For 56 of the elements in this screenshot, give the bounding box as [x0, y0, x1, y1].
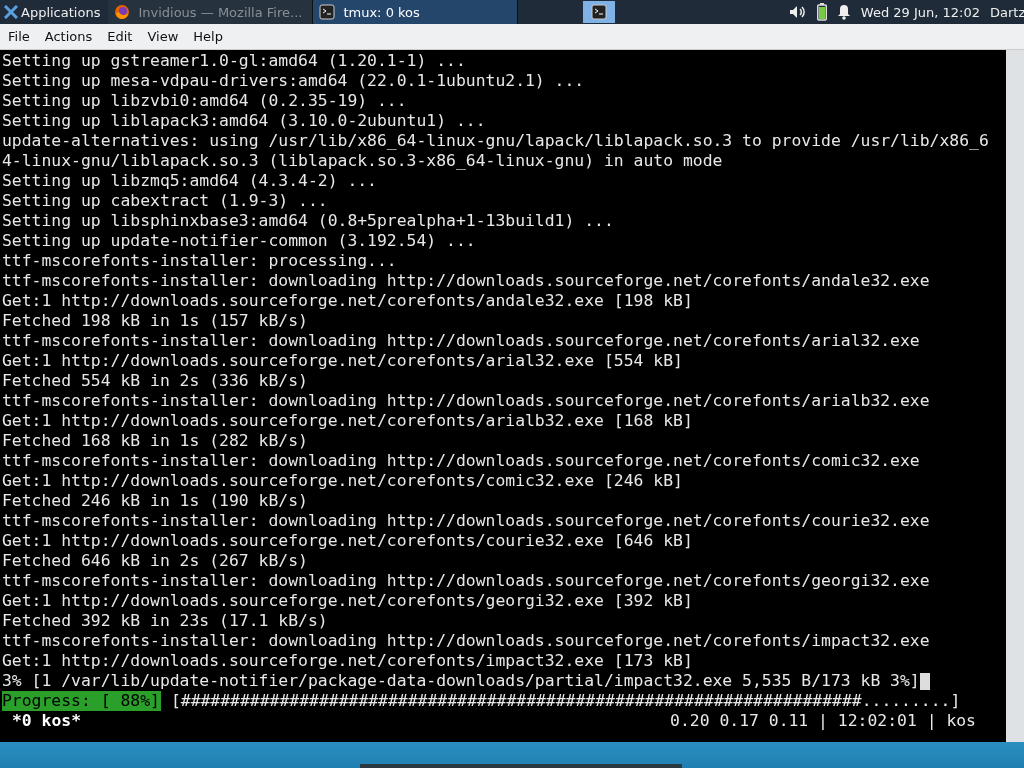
menu-item[interactable]: Edit	[99, 29, 140, 44]
terminal-line: Get:1 http://downloads.sourceforge.net/corefonts/comic32.exe [246 kB]	[2, 471, 684, 491]
x-logo-icon	[4, 5, 18, 19]
terminal-line: Get:1 http://downloads.sourceforge.net/corefonts/courie32.exe [646 kB]	[2, 531, 694, 551]
battery-icon[interactable]	[816, 3, 827, 21]
terminal-icon	[319, 4, 336, 20]
menu-item[interactable]: View	[139, 29, 186, 44]
terminal-line: Get:1 http://downloads.sourceforge.net/corefonts/georgi32.exe [392 kB]	[2, 591, 694, 611]
terminal-line: ttf-mscorefonts-installer: downloading http://downloads.sourceforge.net/corefonts/impact32.exe	[2, 631, 931, 651]
taskbar-button[interactable]: Invidious — Mozilla Fire...	[108, 0, 314, 24]
tmux-status-info: 0.20 0.17 0.11 | 12:02:01 | kos	[670, 711, 977, 731]
terminal-line: Setting up libzvbi0:amd64 (0.2.35-19) ...	[2, 91, 408, 111]
terminal-line: update-alternatives: using /usr/lib/x86_64-linux-gnu/lapack/liblapack.so.3 to provide /usr/lib/x86_6	[2, 131, 990, 151]
terminal-line: ttf-mscorefonts-installer: downloading http://downloads.sourceforge.net/corefonts/arialb32.exe	[2, 391, 931, 411]
bell-icon[interactable]	[836, 4, 851, 20]
terminal-line: Fetched 646 kB in 2s (267 kB/s)	[2, 551, 309, 571]
volume-icon[interactable]	[788, 4, 807, 20]
progress-label: Progress: [ 88%]	[2, 691, 161, 711]
terminal-line: Get:1 http://downloads.sourceforge.net/corefonts/arial32.exe [554 kB]	[2, 351, 684, 371]
terminal-line: 4-linux-gnu/liblapack.so.3 (liblapack.so.3-x86_64-linux-gnu) in auto mode	[2, 151, 724, 171]
terminal-line: ttf-mscorefonts-installer: processing...	[2, 251, 398, 271]
terminal-line: ttf-mscorefonts-installer: downloading http://downloads.sourceforge.net/corefonts/georgi32.exe	[2, 571, 931, 591]
taskbar-button[interactable]: tmux: 0 kos	[313, 0, 519, 24]
progress-bar-text: [#####################################################################.........]	[170, 691, 961, 711]
terminal-line: Get:1 http://downloads.sourceforge.net/corefonts/impact32.exe [173 kB]	[2, 651, 694, 671]
terminal-line: Fetched 198 kB in 1s (157 kB/s)	[2, 311, 309, 331]
menu-item[interactable]: File	[0, 29, 37, 44]
menu-item[interactable]: Help	[185, 29, 230, 44]
terminal-line: Setting up gstreamer1.0-gl:amd64 (1.20.1-1) ...	[2, 51, 467, 71]
terminal-line: ttf-mscorefonts-installer: downloading http://downloads.sourceforge.net/corefonts/arial32.exe	[2, 331, 921, 351]
terminal-line: ttf-mscorefonts-installer: downloading http://downloads.sourceforge.net/corefonts/andale32.exe	[2, 271, 931, 291]
scrollbar[interactable]	[1006, 50, 1024, 742]
terminal-line: ttf-mscorefonts-installer: downloading http://downloads.sourceforge.net/corefonts/courie32.exe	[2, 511, 931, 531]
terminal-line: Fetched 246 kB in 1s (190 kB/s)	[2, 491, 309, 511]
text-cursor	[919, 672, 930, 690]
terminal-line: Setting up libzmq5:amd64 (4.3.4-2) ...	[2, 171, 378, 191]
terminal-line: Setting up liblapack3:amd64 (3.10.0-2ubuntu1) ...	[2, 111, 487, 131]
terminal-line: ttf-mscorefonts-installer: downloading http://downloads.sourceforge.net/corefonts/comic32.exe	[2, 451, 921, 471]
terminal-line: Fetched 168 kB in 1s (282 kB/s)	[2, 431, 309, 451]
terminal-launcher[interactable]	[582, 1, 615, 23]
user-name[interactable]: Dartz	[990, 4, 1024, 20]
terminal-line: 3% [1 /var/lib/update-notifier/package-data-downloads/partial/impact32.exe 5,535 B/173 kB 3%]	[2, 671, 920, 691]
terminal-icon	[590, 4, 607, 20]
terminal-line: Setting up cabextract (1.9-3) ...	[2, 191, 329, 211]
tmux-window-tab[interactable]: *0 kos*	[2, 711, 82, 731]
terminal-line: Setting up update-notifier-common (3.192.54) ...	[2, 231, 477, 251]
terminal-line: Setting up mesa-vdpau-drivers:amd64 (22.0.1-1ubuntu2.1) ...	[2, 71, 586, 91]
menu-item[interactable]: Actions	[36, 29, 100, 44]
terminal-line: Fetched 392 kB in 23s (17.1 kB/s)	[2, 611, 329, 631]
terminal-line: Fetched 554 kB in 2s (336 kB/s)	[2, 371, 309, 391]
applications-menu[interactable]: Applications	[0, 0, 105, 24]
terminal-line: Get:1 http://downloads.sourceforge.net/corefonts/arialb32.exe [168 kB]	[2, 411, 694, 431]
terminal-line: Setting up libsphinxbase3:amd64 (0.8+5prealpha+1-13build1) ...	[2, 211, 615, 231]
terminal-line: Get:1 http://downloads.sourceforge.net/corefonts/andale32.exe [198 kB]	[2, 291, 694, 311]
clock[interactable]: Wed 29 Jun, 12:02	[860, 4, 980, 20]
browser-icon	[114, 4, 131, 20]
